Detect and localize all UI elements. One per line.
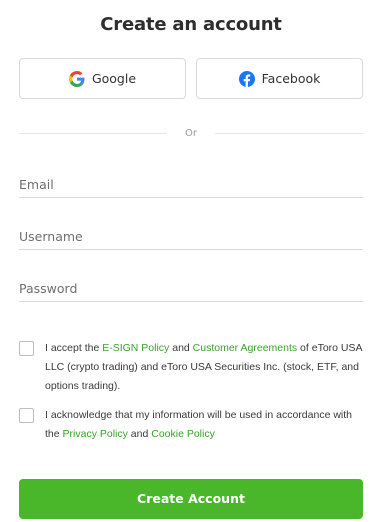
email-field[interactable]: [19, 172, 363, 197]
esign-prefix: I accept the: [45, 342, 103, 354]
username-field[interactable]: [19, 224, 363, 249]
acknowledge-consent-row: I acknowledge that my information will b…: [19, 406, 363, 444]
password-field-wrapper: [19, 276, 363, 302]
esign-checkbox[interactable]: [19, 341, 34, 356]
esign-and: and: [169, 342, 193, 354]
facebook-signup-button[interactable]: Facebook: [196, 58, 363, 99]
acknowledge-consent-text: I acknowledge that my information will b…: [45, 406, 363, 444]
divider-line-left: [19, 132, 168, 134]
privacy-policy-link[interactable]: Privacy Policy: [63, 428, 128, 440]
or-text: Or: [185, 127, 197, 139]
username-field-wrapper: [19, 224, 363, 250]
or-divider: Or: [19, 127, 364, 139]
email-field-wrapper: [19, 172, 363, 198]
cookie-policy-link[interactable]: Cookie Policy: [151, 428, 215, 440]
customer-agreements-link[interactable]: Customer Agreements: [193, 342, 297, 354]
acknowledge-checkbox[interactable]: [19, 408, 34, 423]
divider-line-right: [215, 132, 364, 134]
google-signup-button[interactable]: Google: [19, 58, 186, 99]
ack-and: and: [127, 428, 152, 440]
password-field[interactable]: [19, 276, 363, 301]
page-title: Create an account: [100, 14, 282, 35]
esign-consent-row: I accept the E-SIGN Policy and Customer …: [19, 339, 363, 396]
create-account-button[interactable]: Create Account: [19, 479, 363, 519]
esign-consent-text: I accept the E-SIGN Policy and Customer …: [45, 339, 363, 396]
facebook-label: Facebook: [261, 71, 321, 86]
google-label: Google: [91, 71, 137, 86]
esign-policy-link[interactable]: E-SIGN Policy: [102, 342, 169, 354]
google-icon: [68, 70, 85, 87]
facebook-icon: [238, 70, 255, 87]
